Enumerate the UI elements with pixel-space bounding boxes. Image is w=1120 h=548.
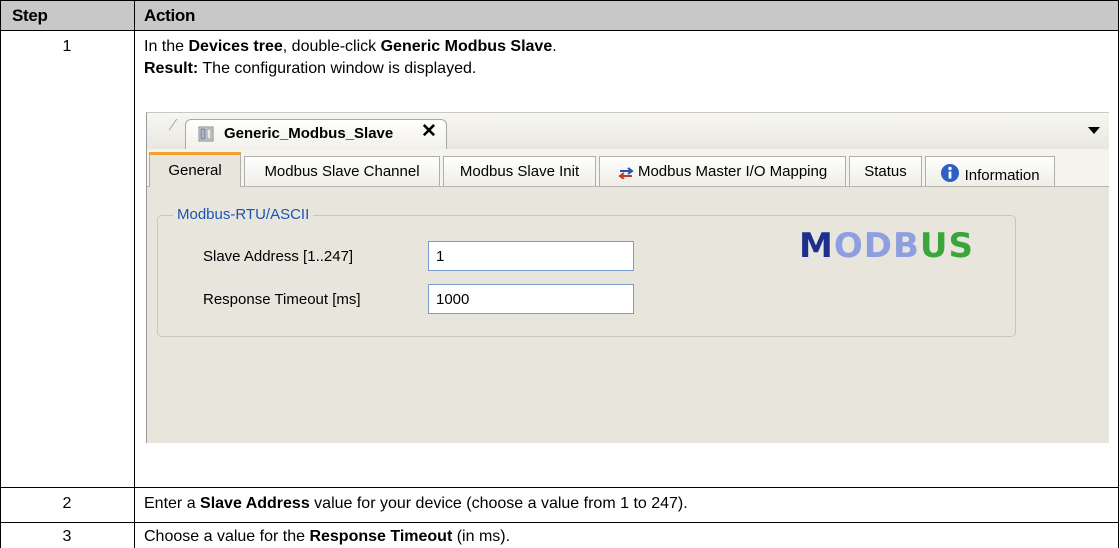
slave-address-label: Slave Address [1..247] — [203, 248, 354, 265]
information-icon — [941, 164, 960, 182]
group-title: Modbus-RTU/ASCII — [173, 206, 314, 223]
tab-status[interactable]: Status — [849, 156, 922, 186]
io-mapping-icon — [618, 167, 634, 180]
table-border-left — [0, 0, 1, 548]
row-divider-1 — [0, 487, 1119, 488]
document-tab-title: Generic_Modbus_Slave — [224, 125, 394, 142]
tab-modbus-slave-init[interactable]: Modbus Slave Init — [443, 156, 596, 186]
step-number: 3 — [62, 528, 72, 545]
device-icon — [198, 126, 214, 142]
step-1-instruction: In the Devices tree, double-click Generi… — [144, 38, 557, 55]
step-number: 2 — [62, 495, 72, 512]
result-label: Result: — [144, 60, 199, 77]
step-2-instruction: Enter a Slave Address value for your dev… — [144, 495, 688, 512]
header-step: Step — [12, 6, 48, 25]
slave-address-term: Slave Address — [200, 495, 310, 512]
close-icon[interactable]: ✕ — [421, 122, 437, 142]
step-number: 1 — [62, 38, 72, 55]
step-3-instruction: Choose a value for the Response Timeout … — [144, 528, 511, 545]
tab-modbus-master-io-mapping[interactable]: Modbus Master I/O Mapping — [599, 156, 846, 186]
generic-modbus-slave-term: Generic Modbus Slave — [380, 38, 553, 55]
step-1-result: Result: The configuration window is disp… — [144, 60, 477, 77]
response-timeout-term: Response Timeout — [309, 528, 453, 545]
tab-bar: General Modbus Slave Channel Modbus Slav… — [147, 149, 1109, 187]
row-divider-2 — [0, 522, 1119, 523]
devices-tree-term: Devices tree — [188, 38, 283, 55]
document-tab[interactable]: Generic_Modbus_Slave ✕ — [185, 119, 447, 149]
modbus-logo: MODBUS — [799, 226, 974, 265]
response-timeout-input[interactable]: 1000 — [428, 284, 634, 314]
slave-address-input[interactable]: 1 — [428, 241, 634, 271]
table-column-divider — [134, 0, 135, 548]
configuration-window: Generic_Modbus_Slave ✕ General Modbus Sl… — [146, 112, 1109, 443]
table-border-right — [1118, 0, 1119, 548]
tab-modbus-slave-channel[interactable]: Modbus Slave Channel — [244, 156, 440, 186]
header-action: Action — [144, 6, 196, 25]
tab-general[interactable]: General — [149, 152, 241, 187]
response-timeout-label: Response Timeout [ms] — [203, 291, 361, 308]
document-tab-strip: Generic_Modbus_Slave ✕ — [147, 113, 1109, 150]
tab-menu-dropdown-icon[interactable] — [1088, 127, 1100, 134]
table-header: Step Action — [0, 0, 1119, 31]
modbus-logo-text: MODBUS — [799, 226, 974, 265]
tab-information[interactable]: Information — [925, 156, 1055, 186]
